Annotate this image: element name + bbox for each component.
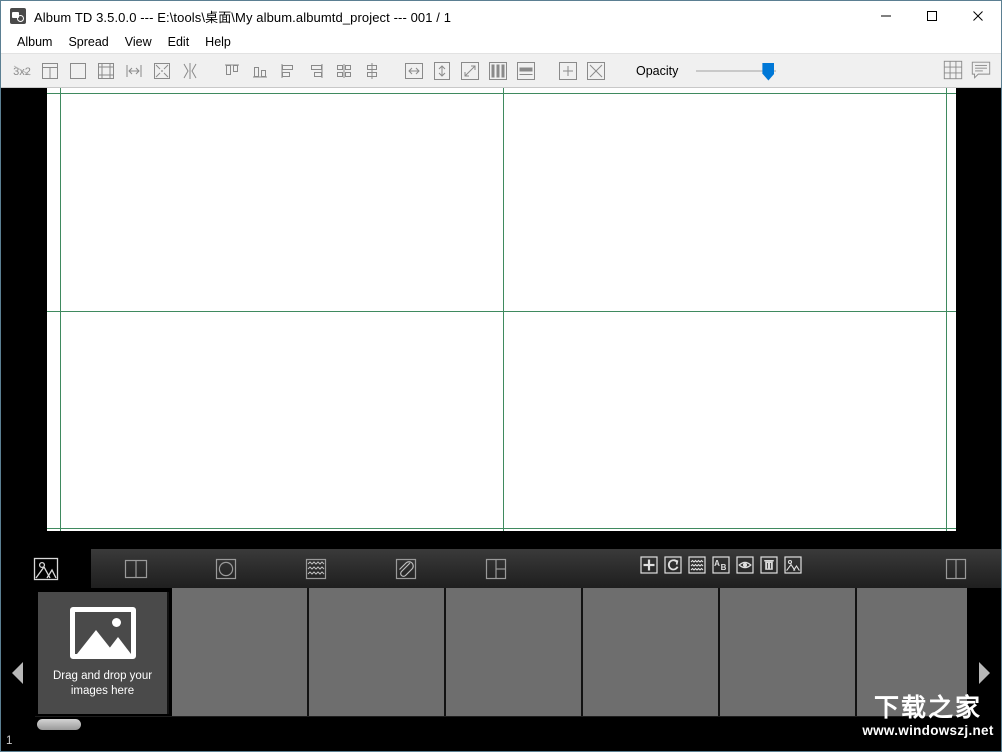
thumbnail-cell[interactable]: [583, 588, 720, 718]
fit-width-icon[interactable]: [123, 60, 145, 82]
toolbar-right-group: [939, 59, 995, 81]
stretch-vertical-icon[interactable]: [431, 60, 453, 82]
stretch-horizontal-icon[interactable]: [403, 60, 425, 82]
tab-templates[interactable]: [911, 549, 1001, 588]
guide-horizontal-center: [47, 311, 956, 312]
tab-layouts[interactable]: [451, 549, 541, 588]
grid-view-icon[interactable]: [942, 59, 964, 81]
svg-text:A: A: [714, 559, 720, 568]
application-window: Album TD 3.5.0.0 --- E:\tools\桌面\My albu…: [0, 0, 1002, 752]
opacity-slider[interactable]: [696, 62, 777, 81]
add-image-icon[interactable]: [639, 555, 659, 575]
align-bottom-icon[interactable]: [249, 60, 271, 82]
paperclip-icon: [395, 558, 417, 579]
thumbnail-scrollbar-thumb[interactable]: [37, 719, 81, 730]
add-frame-icon[interactable]: [557, 60, 579, 82]
dropzone-placeholder[interactable]: Drag and drop your images here: [38, 592, 169, 714]
two-page-icon: [945, 558, 967, 579]
rows-icon[interactable]: [515, 60, 537, 82]
shrink-center-icon[interactable]: [151, 60, 173, 82]
layout-split-icon: [485, 558, 507, 579]
image-placeholder-icon: [69, 607, 136, 659]
guide-vertical-right: [946, 88, 947, 531]
menu-bar: Album Spread View Edit Help: [1, 31, 1001, 53]
distribute-vertical-icon[interactable]: [361, 60, 383, 82]
svg-text:B: B: [721, 563, 727, 572]
tab-images[interactable]: [1, 549, 91, 588]
texture-icon[interactable]: [687, 555, 707, 575]
align-right-icon[interactable]: [305, 60, 327, 82]
menu-help[interactable]: Help: [197, 33, 239, 51]
tab-masks[interactable]: [181, 549, 271, 588]
sort-ab-icon[interactable]: A B: [711, 555, 731, 575]
menu-view[interactable]: View: [117, 33, 160, 51]
thumbnail-scrollbar[interactable]: [35, 716, 967, 730]
guide-vertical-center: [503, 88, 504, 531]
circle-mask-icon: [215, 558, 237, 579]
align-left-icon[interactable]: [277, 60, 299, 82]
status-bar: 1: [1, 731, 1001, 751]
thumbnail-cell[interactable]: [720, 588, 857, 718]
book-spread-icon: [124, 559, 148, 578]
main-toolbar: 3x2 Opacity: [1, 53, 1001, 88]
opacity-control: Opacity: [636, 62, 777, 81]
tab-clipart[interactable]: [361, 549, 451, 588]
opacity-label: Opacity: [636, 63, 679, 78]
tab-textures[interactable]: [271, 549, 361, 588]
frame-margins-icon[interactable]: [95, 60, 117, 82]
align-top-icon[interactable]: [221, 60, 243, 82]
thumbnail-cell[interactable]: [309, 588, 446, 718]
frame-top-divider-icon[interactable]: [39, 60, 61, 82]
menu-spread[interactable]: Spread: [60, 33, 116, 51]
album-app-icon: [10, 8, 26, 24]
chevron-left-icon[interactable]: [1, 588, 35, 751]
notes-panel-icon[interactable]: [970, 59, 992, 81]
texture-waves-icon: [305, 558, 327, 579]
resource-tabbar: A B: [1, 549, 1001, 588]
remove-frame-icon[interactable]: [585, 60, 607, 82]
photo-icon: [33, 557, 59, 580]
svg-text:3x2: 3x2: [13, 66, 31, 78]
minimize-icon[interactable]: [863, 1, 909, 31]
preview-eye-icon[interactable]: [735, 555, 755, 575]
delete-trash-icon[interactable]: [759, 555, 779, 575]
bottom-panel: A B Drag and drop your images here 1 下载之…: [1, 545, 1001, 751]
thumbnail-cell[interactable]: [857, 588, 967, 718]
status-text: 1: [6, 735, 13, 747]
thumbnail-cell[interactable]: [446, 588, 583, 718]
title-bar: Album TD 3.5.0.0 --- E:\tools\桌面\My albu…: [1, 1, 1001, 31]
thumbnail-list[interactable]: Drag and drop your images here: [35, 588, 967, 718]
guide-horizontal-top: [47, 93, 956, 94]
frame-empty-icon[interactable]: [67, 60, 89, 82]
stretch-diagonal-icon[interactable]: [459, 60, 481, 82]
guide-vertical-left: [60, 88, 61, 531]
opacity-slider-handle[interactable]: [762, 62, 775, 81]
maximize-icon[interactable]: [909, 1, 955, 31]
rotate-refresh-icon[interactable]: [663, 555, 683, 575]
spread-canvas[interactable]: [1, 88, 1001, 545]
distribute-horizontal-icon[interactable]: [333, 60, 355, 82]
guide-horizontal-bottom: [47, 528, 956, 529]
mirror-horizontal-icon[interactable]: [179, 60, 201, 82]
grid-3x2-icon[interactable]: 3x2: [11, 60, 33, 82]
dropzone-label: Drag and drop your images here: [52, 670, 153, 697]
window-controls: [863, 1, 1001, 31]
thumbnail-cell[interactable]: [172, 588, 309, 718]
menu-edit[interactable]: Edit: [160, 33, 198, 51]
page-sheet[interactable]: [47, 88, 956, 531]
image-action-toolbar: A B: [639, 555, 803, 575]
window-title: Album TD 3.5.0.0 --- E:\tools\桌面\My albu…: [34, 9, 452, 25]
tab-spreads[interactable]: [91, 549, 181, 588]
menu-album[interactable]: Album: [9, 33, 60, 51]
chevron-right-icon[interactable]: [967, 588, 1001, 751]
image-properties-icon[interactable]: [783, 555, 803, 575]
close-icon[interactable]: [955, 1, 1001, 31]
columns-icon[interactable]: [487, 60, 509, 82]
